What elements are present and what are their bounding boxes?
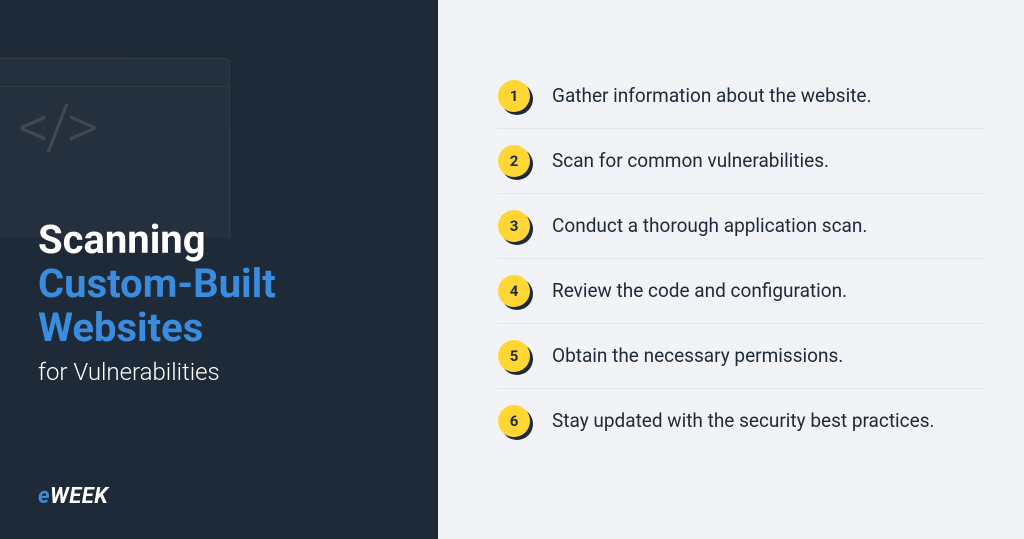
logo-text: WEEK [50, 484, 108, 509]
step-text: Stay updated with the security best prac… [552, 408, 935, 434]
subtitle: for Vulnerabilities [38, 358, 418, 386]
badge-circle: 3 [498, 210, 530, 242]
title-line-3: Websites [38, 306, 418, 350]
step-text: Gather information about the website. [552, 83, 872, 109]
step-badge: 3 [498, 210, 530, 242]
step-badge: 4 [498, 275, 530, 307]
logo-e: e [38, 484, 50, 509]
step-text: Scan for common vulnerabilities. [552, 148, 829, 174]
step-text: Obtain the necessary permissions. [552, 343, 843, 369]
step-row: 4 Review the code and configuration. [498, 259, 984, 324]
browser-window-decoration: </> [0, 58, 230, 238]
step-badge: 1 [498, 80, 530, 112]
title-line-2: Custom-Built [38, 262, 418, 306]
step-row: 6 Stay updated with the security best pr… [498, 389, 984, 453]
title-line-1: Scanning [38, 218, 418, 262]
badge-circle: 2 [498, 145, 530, 177]
step-row: 1 Gather information about the website. [498, 64, 984, 129]
step-badge: 6 [498, 405, 530, 437]
badge-circle: 5 [498, 340, 530, 372]
browser-bar-decoration [0, 59, 229, 87]
badge-circle: 6 [498, 405, 530, 437]
step-text: Review the code and configuration. [552, 278, 847, 304]
step-row: 3 Conduct a thorough application scan. [498, 194, 984, 259]
badge-circle: 4 [498, 275, 530, 307]
step-row: 5 Obtain the necessary permissions. [498, 324, 984, 389]
step-row: 2 Scan for common vulnerabilities. [498, 129, 984, 194]
title-block: Scanning Custom-Built Websites for Vulne… [38, 218, 418, 386]
badge-circle: 1 [498, 80, 530, 112]
right-panel: 1 Gather information about the website. … [438, 0, 1024, 539]
step-badge: 2 [498, 145, 530, 177]
step-text: Conduct a thorough application scan. [552, 213, 867, 239]
code-icon: </> [18, 91, 95, 164]
step-badge: 5 [498, 340, 530, 372]
left-panel: </> Scanning Custom-Built Websites for V… [0, 0, 438, 539]
eweek-logo: eWEEK [38, 484, 108, 509]
